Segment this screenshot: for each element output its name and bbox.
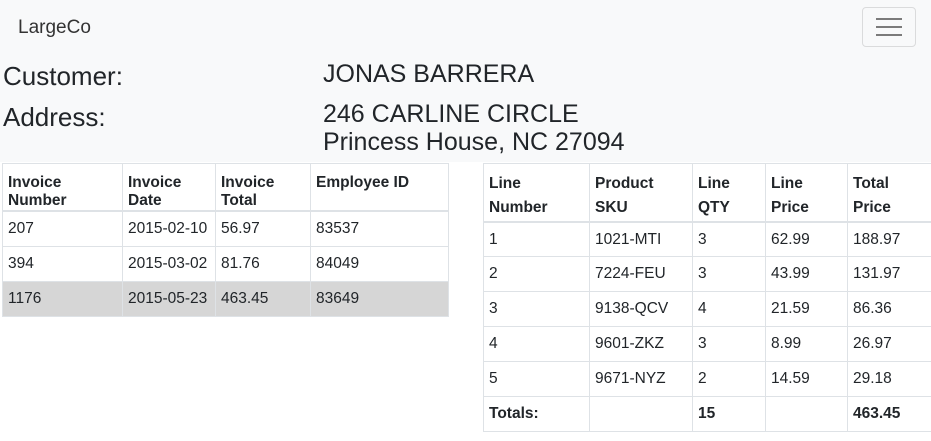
line-cell: 9601-ZKZ bbox=[589, 326, 693, 362]
invoice-cell: 463.45 bbox=[215, 280, 311, 317]
invoice-header-cell: Invoice Total bbox=[215, 163, 311, 212]
invoice-cell: 394 bbox=[2, 245, 123, 282]
customer-header: Customer: JONAS BARRERA Address: 246 CAR… bbox=[0, 60, 931, 162]
totals-price: 463.45 bbox=[847, 396, 931, 432]
line-cell: 14.59 bbox=[765, 361, 848, 397]
invoice-cell: 56.97 bbox=[215, 210, 311, 247]
lines-header-text: Line bbox=[698, 175, 730, 192]
line-cell: 9138-QCV bbox=[589, 291, 693, 327]
navbar: LargeCo bbox=[0, 0, 931, 60]
line-cell: 21.59 bbox=[765, 291, 848, 327]
line-cell: 4 bbox=[483, 326, 590, 362]
line-cell: 62.99 bbox=[765, 221, 848, 257]
line-row: 3 9138-QCV 4 21.59 86.36 bbox=[483, 291, 931, 327]
line-cell: 1 bbox=[483, 221, 590, 257]
line-cell: 3 bbox=[692, 256, 766, 292]
invoice-lines-table: Line Number Product SKU Line QTY Line Pr… bbox=[483, 163, 931, 432]
line-cell: 3 bbox=[483, 291, 590, 327]
customer-label: Customer: bbox=[3, 61, 123, 91]
invoice-cell: 83537 bbox=[310, 210, 449, 247]
invoice-cell: 2015-05-23 bbox=[122, 280, 216, 317]
lines-header-text: Line bbox=[489, 175, 521, 192]
line-cell: 4 bbox=[692, 291, 766, 327]
line-row: 1 1021-MTI 3 62.99 188.97 bbox=[483, 221, 931, 257]
address-label: Address: bbox=[3, 102, 106, 132]
lines-header-cell: Line Price bbox=[765, 163, 848, 223]
line-cell: 29.18 bbox=[847, 361, 931, 397]
line-cell: 3 bbox=[692, 326, 766, 362]
invoice-table: Invoice Number Invoice Date Invoice Tota… bbox=[2, 163, 449, 317]
lines-header-text: Number bbox=[489, 199, 548, 216]
address-line1: 246 CARLINE CIRCLE bbox=[323, 100, 579, 128]
address-line2: Princess House, NC 27094 bbox=[323, 128, 625, 156]
lines-header-text: Total bbox=[853, 175, 889, 192]
line-cell: 26.97 bbox=[847, 326, 931, 362]
line-cell: 5 bbox=[483, 361, 590, 397]
totals-label: Totals: bbox=[483, 396, 590, 432]
invoice-header-row: Invoice Number Invoice Date Invoice Tota… bbox=[2, 163, 449, 212]
totals-cell bbox=[589, 396, 693, 432]
lines-header-cell: Line Number bbox=[483, 163, 590, 223]
invoice-cell: 81.76 bbox=[215, 245, 311, 282]
invoice-cell: 1176 bbox=[2, 280, 123, 317]
line-cell: 86.36 bbox=[847, 291, 931, 327]
totals-row: Totals: 15 463.45 bbox=[483, 396, 931, 432]
line-cell: 2 bbox=[692, 361, 766, 397]
line-cell: 1021-MTI bbox=[589, 221, 693, 257]
invoice-row[interactable]: 207 2015-02-10 56.97 83537 bbox=[2, 210, 449, 247]
lines-header-cell: Product SKU bbox=[589, 163, 693, 223]
invoice-row-selected[interactable]: 1176 2015-05-23 463.45 83649 bbox=[2, 280, 449, 317]
hamburger-icon bbox=[876, 18, 902, 36]
lines-header-cell: Total Price bbox=[847, 163, 931, 223]
lines-header-text: Price bbox=[771, 199, 809, 216]
lines-header-text: SKU bbox=[595, 199, 628, 216]
line-row: 4 9601-ZKZ 3 8.99 26.97 bbox=[483, 326, 931, 362]
invoice-cell: 83649 bbox=[310, 280, 449, 317]
invoice-header-cell: Invoice Number bbox=[2, 163, 123, 212]
lines-header-text: Line bbox=[771, 175, 803, 192]
line-cell: 188.97 bbox=[847, 221, 931, 257]
brand-link[interactable]: LargeCo bbox=[18, 17, 91, 39]
line-cell: 3 bbox=[692, 221, 766, 257]
line-row: 2 7224-FEU 3 43.99 131.97 bbox=[483, 256, 931, 292]
invoice-cell: 207 bbox=[2, 210, 123, 247]
navbar-toggler-button[interactable] bbox=[862, 7, 916, 47]
totals-cell bbox=[765, 396, 848, 432]
invoice-cell: 2015-03-02 bbox=[122, 245, 216, 282]
lines-header-text: Price bbox=[853, 199, 891, 216]
totals-qty: 15 bbox=[692, 396, 766, 432]
line-row: 5 9671-NYZ 2 14.59 29.18 bbox=[483, 361, 931, 397]
lines-header-text: Product bbox=[595, 175, 654, 192]
lines-header-cell: Line QTY bbox=[692, 163, 766, 223]
invoice-cell: 84049 bbox=[310, 245, 449, 282]
invoice-header-cell: Employee ID bbox=[310, 163, 449, 212]
invoice-header-cell: Invoice Date bbox=[122, 163, 216, 212]
lines-header-row: Line Number Product SKU Line QTY Line Pr… bbox=[483, 163, 931, 223]
line-cell: 8.99 bbox=[765, 326, 848, 362]
line-cell: 2 bbox=[483, 256, 590, 292]
line-cell: 131.97 bbox=[847, 256, 931, 292]
line-cell: 7224-FEU bbox=[589, 256, 693, 292]
line-cell: 43.99 bbox=[765, 256, 848, 292]
invoice-cell: 2015-02-10 bbox=[122, 210, 216, 247]
lines-header-text: QTY bbox=[698, 199, 730, 216]
line-cell: 9671-NYZ bbox=[589, 361, 693, 397]
invoice-row[interactable]: 394 2015-03-02 81.76 84049 bbox=[2, 245, 449, 282]
customer-name: JONAS BARRERA bbox=[323, 60, 535, 88]
